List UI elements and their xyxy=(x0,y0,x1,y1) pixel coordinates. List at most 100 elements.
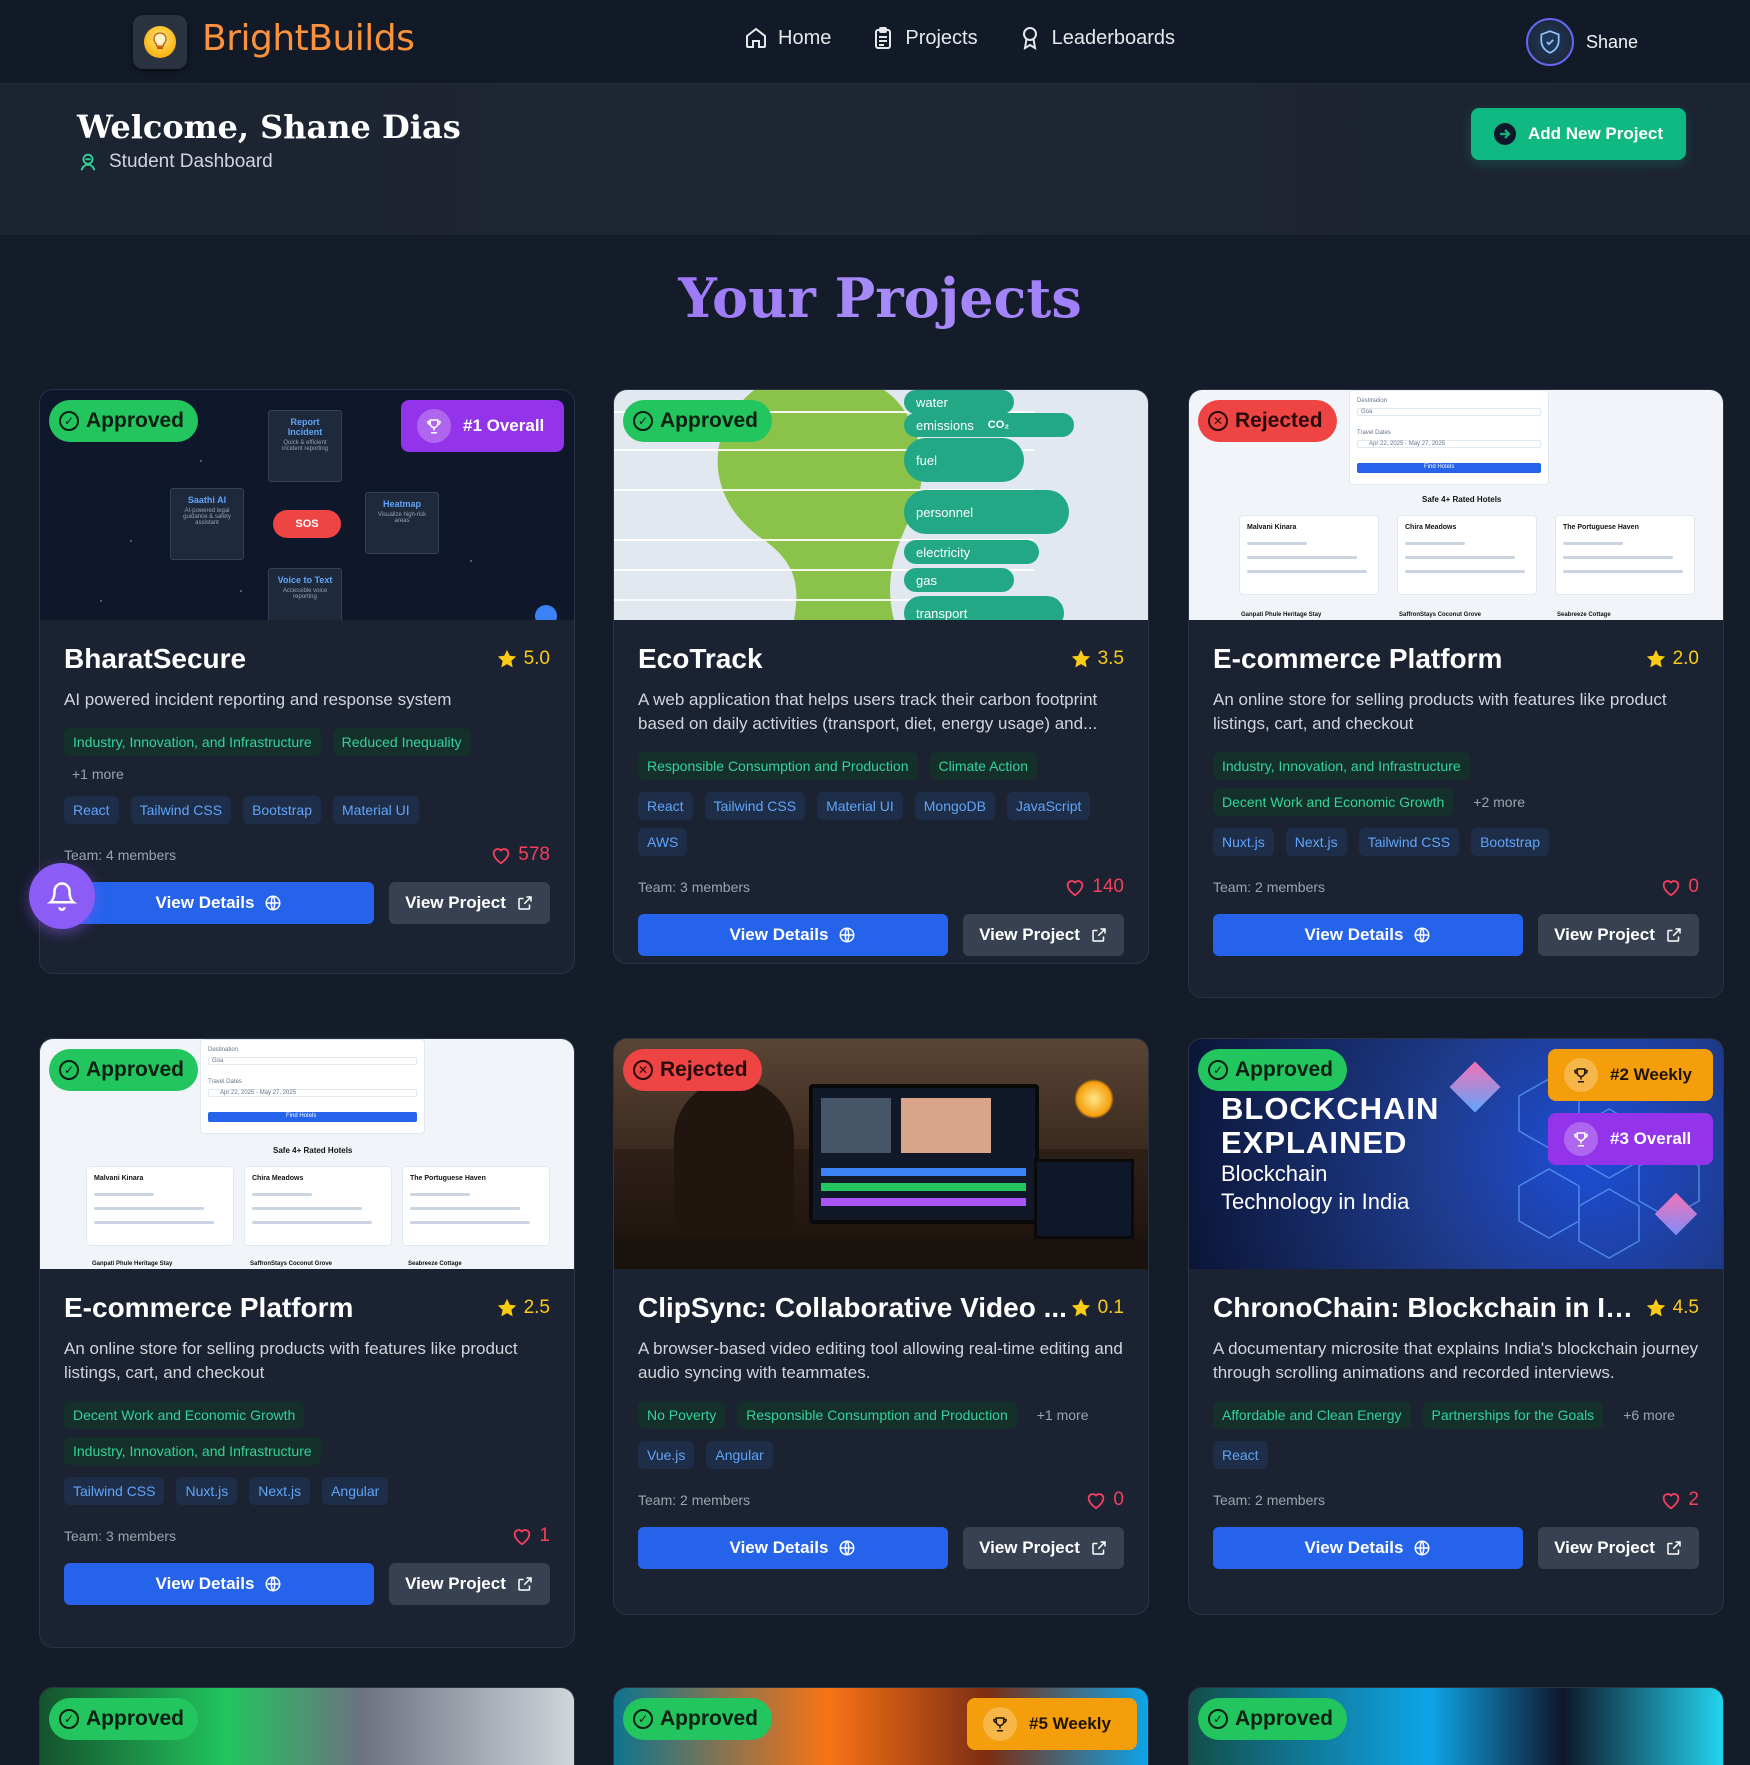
view-details-button[interactable]: View Details xyxy=(638,1527,948,1569)
external-link-icon xyxy=(1667,928,1681,942)
project-card: ✓ Approved #5 Weekly xyxy=(613,1687,1149,1765)
view-project-button[interactable]: View Project xyxy=(389,1563,550,1605)
view-project-button[interactable]: View Project xyxy=(1538,914,1699,956)
tech-tag: Tailwind CSS xyxy=(1358,828,1460,856)
view-details-button[interactable]: View Details xyxy=(64,1563,374,1605)
status-badge: ✕ Rejected xyxy=(1198,400,1337,442)
view-details-button[interactable]: View Details xyxy=(1213,914,1523,956)
status-badge: ✓ Approved xyxy=(1198,1698,1348,1740)
project-thumbnail[interactable]: Destination Goa Travel Dates Apr 22, 202… xyxy=(1189,390,1723,620)
sdg-tag: Decent Work and Economic Growth xyxy=(1213,788,1454,816)
rating: 0.1 xyxy=(1070,1297,1124,1319)
project-thumbnail[interactable]: BLOCKCHAIN EXPLAINED Blockchain Technolo… xyxy=(1189,1039,1723,1269)
x-circle-icon: ✕ xyxy=(633,1060,653,1080)
tech-tag: Angular xyxy=(322,1477,389,1505)
status-badge: ✓ Approved xyxy=(49,400,199,442)
like-button[interactable]: 140 xyxy=(1064,876,1124,898)
sdg-more: +6 more xyxy=(1623,1407,1675,1423)
globe-icon xyxy=(1414,1540,1430,1556)
view-project-button[interactable]: View Project xyxy=(1538,1527,1699,1569)
brand-name[interactable]: BrightBuilds xyxy=(202,18,415,59)
project-thumbnail[interactable]: ✓ Approved #5 Weekly xyxy=(614,1688,1148,1765)
sdg-tag: Industry, Innovation, and Infrastructure xyxy=(64,1437,321,1465)
nav-home[interactable]: Home xyxy=(744,26,831,50)
heart-icon xyxy=(1067,880,1084,897)
team-size: Team: 4 members xyxy=(64,847,177,863)
heart-icon xyxy=(1663,880,1680,897)
tech-tag: React xyxy=(638,792,693,820)
eco-pill-transport: transport xyxy=(904,596,1064,620)
tech-tag: Material UI xyxy=(817,792,903,820)
status-badge: ✓ Approved xyxy=(49,1698,199,1740)
like-button[interactable]: 2 xyxy=(1660,1489,1699,1511)
main-nav: Home Projects Leaderboards xyxy=(744,26,1175,50)
rank-badge: #2 Weekly xyxy=(1548,1049,1713,1101)
nav-leaderboards[interactable]: Leaderboards xyxy=(1018,26,1175,50)
project-description: A documentary microsite that explains In… xyxy=(1213,1339,1699,1382)
sdg-more: +2 more xyxy=(1473,794,1526,810)
add-project-button[interactable]: Add New Project xyxy=(1471,108,1686,160)
view-project-button[interactable]: View Project xyxy=(963,914,1124,956)
star-icon xyxy=(497,649,516,668)
heart-icon xyxy=(1663,1493,1680,1510)
thumb-subline-2: Technology in India xyxy=(1221,1189,1410,1214)
like-button[interactable]: 1 xyxy=(511,1525,550,1547)
logo[interactable] xyxy=(133,15,187,69)
sdg-tag: Industry, Innovation, and Infrastructure xyxy=(64,728,321,756)
nav-projects-label: Projects xyxy=(905,26,978,49)
view-details-button[interactable]: View Details xyxy=(1213,1527,1523,1569)
status-badge: ✓ Approved xyxy=(1198,1049,1348,1091)
team-size: Team: 2 members xyxy=(1213,1492,1326,1508)
welcome-header: Welcome, Shane Dias Student Dashboard Ad… xyxy=(0,84,1750,235)
star-icon xyxy=(1071,1298,1090,1317)
tech-tag: Nuxt.js xyxy=(1213,828,1274,856)
eco-pill-fuel: fuel xyxy=(904,438,1024,482)
like-button[interactable]: 578 xyxy=(490,844,550,866)
star-icon xyxy=(497,1298,516,1317)
project-thumbnail[interactable]: Destination Goa Travel Dates Apr 22, 202… xyxy=(40,1039,574,1269)
check-circle-icon: ✓ xyxy=(1208,1060,1228,1080)
globe-icon xyxy=(265,1576,281,1592)
feature-saathi: Saathi AI AI-powered legal guidance & saf… xyxy=(170,488,244,560)
tech-tag: MongoDB xyxy=(914,792,996,820)
tech-tag: Next.js xyxy=(249,1477,311,1505)
sos-button-art: SOS xyxy=(273,510,341,538)
project-thumbnail[interactable]: water emissions CO₂ fuel personnel electr… xyxy=(614,390,1148,620)
home-icon xyxy=(746,27,766,48)
like-button[interactable]: 0 xyxy=(1660,876,1699,898)
sdg-tag: Reduced Inequality xyxy=(332,728,471,756)
project-thumbnail[interactable]: ✕ Rejected xyxy=(614,1039,1148,1269)
tech-tag: React xyxy=(64,796,119,824)
trophy-icon xyxy=(417,409,451,443)
welcome-title: Welcome, Shane Dias xyxy=(77,108,461,146)
tech-tag: React xyxy=(1213,1441,1268,1469)
eco-pill-emissions: emissions CO₂ xyxy=(904,413,1074,437)
project-card: Report Incident Quick & efficient inciden… xyxy=(39,389,575,974)
view-details-button[interactable]: View Details xyxy=(64,882,374,924)
sdg-more: +1 more xyxy=(1036,1407,1089,1423)
project-thumbnail[interactable]: ✓ Approved xyxy=(1189,1688,1723,1765)
notifications-button[interactable] xyxy=(29,863,95,929)
tech-tag: Next.js xyxy=(1285,828,1347,856)
status-badge: ✓ Approved xyxy=(623,400,773,442)
view-project-button[interactable]: View Project xyxy=(389,882,550,924)
project-thumbnail[interactable]: Report Incident Quick & efficient inciden… xyxy=(40,390,574,620)
user-menu[interactable]: Shane xyxy=(1526,18,1638,66)
project-card: water emissions CO₂ fuel personnel electr… xyxy=(613,389,1149,964)
view-details-button[interactable]: View Details xyxy=(638,914,948,956)
external-link-icon xyxy=(1667,1541,1681,1555)
tech-tag: Vue.js xyxy=(638,1441,695,1469)
check-circle-icon: ✓ xyxy=(633,1709,653,1729)
project-title: ChronoChain: Blockchain in In... xyxy=(1213,1292,1645,1323)
view-project-button[interactable]: View Project xyxy=(963,1527,1124,1569)
sdg-tag: No Poverty xyxy=(638,1401,726,1429)
status-badge: ✕ Rejected xyxy=(623,1049,762,1091)
dashboard-subtitle-label: Student Dashboard xyxy=(109,151,273,172)
section-title: Your Projects xyxy=(0,266,1750,330)
external-link-icon xyxy=(1092,928,1106,942)
nav-projects[interactable]: Projects xyxy=(871,26,978,50)
globe-icon xyxy=(265,895,281,911)
globe-icon xyxy=(839,927,855,943)
like-button[interactable]: 0 xyxy=(1085,1489,1124,1511)
project-thumbnail[interactable]: ✓ Approved xyxy=(40,1688,574,1765)
